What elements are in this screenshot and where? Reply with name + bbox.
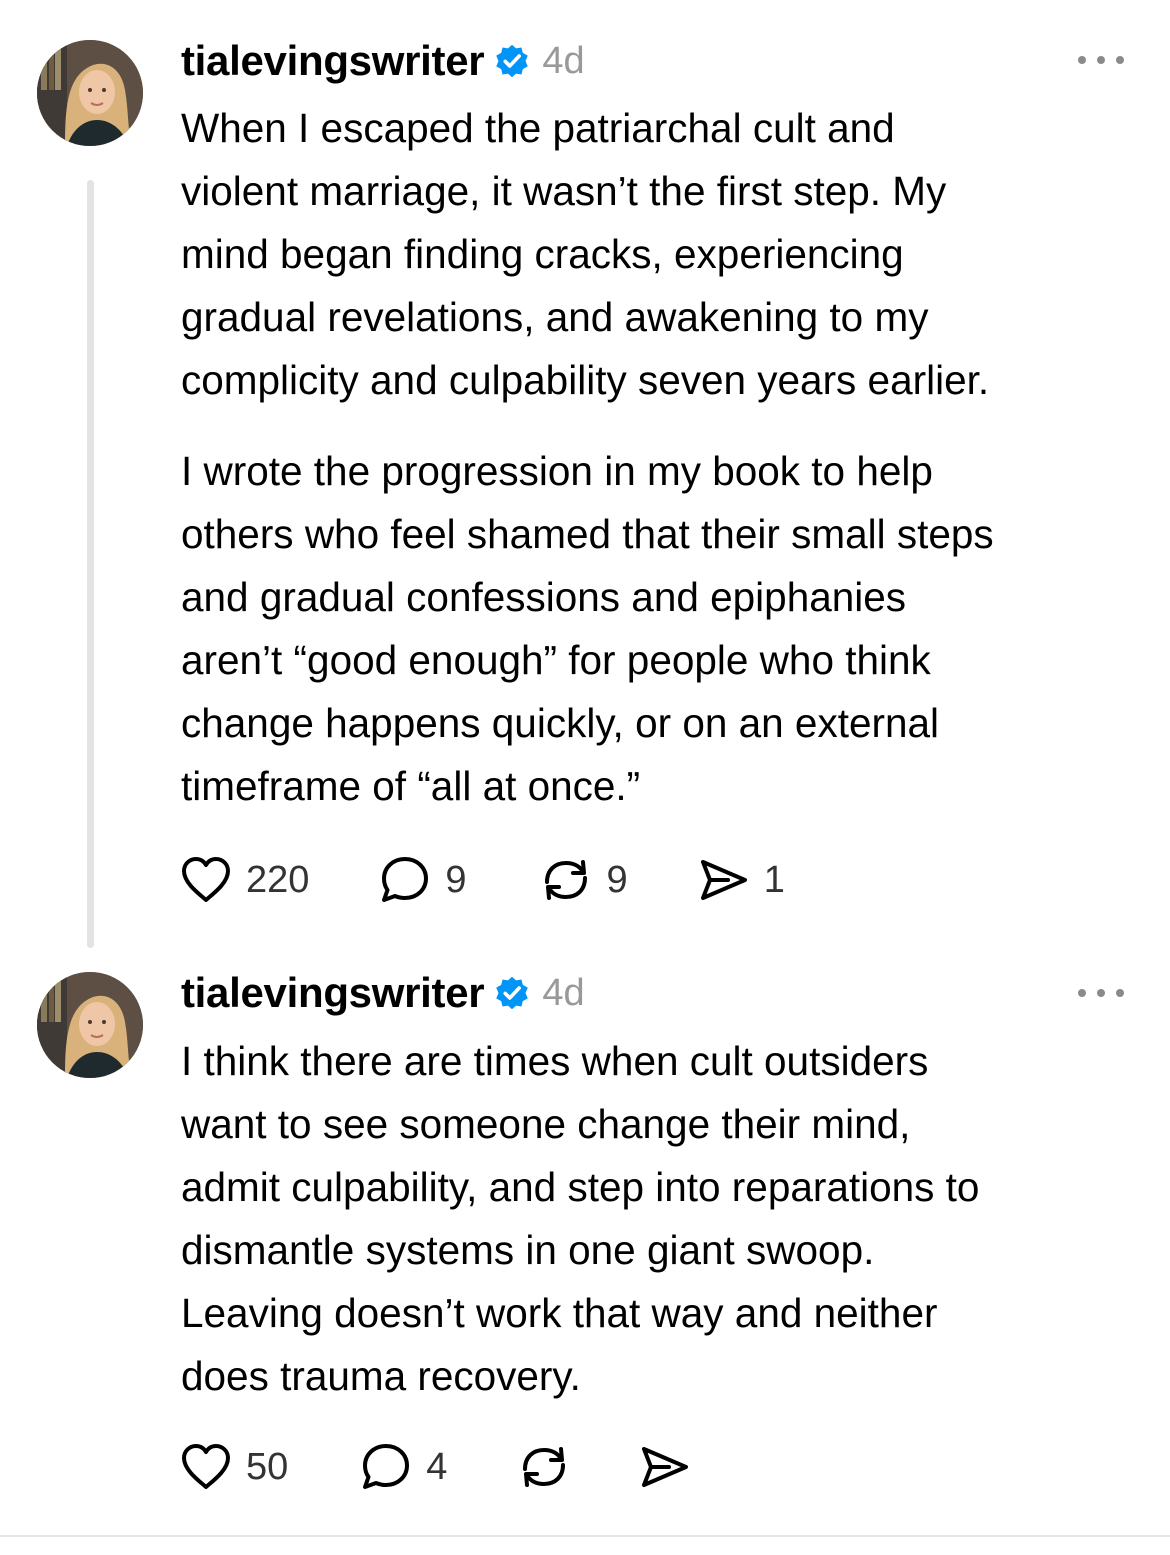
text-line: gradual revelations, and awakening to my [181, 294, 929, 340]
text-line: I think there are times when cult outsid… [181, 1038, 929, 1084]
share-button[interactable]: 1 [698, 857, 785, 903]
share-icon [700, 860, 747, 900]
action-bar: 50 4 [180, 1437, 761, 1497]
action-bar: 220 9 9 1 [180, 850, 855, 910]
reply-count: 9 [445, 858, 467, 901]
text-line: Leaving doesn’t work that way and neithe… [181, 1290, 938, 1336]
share-count: 1 [763, 858, 785, 901]
heart-icon [182, 1444, 230, 1489]
reply-count: 4 [426, 1445, 448, 1488]
paragraph: I think there are times when cult outsid… [181, 1030, 1141, 1408]
repost-icon [544, 860, 587, 900]
repost-count: 9 [606, 858, 628, 901]
post-text: I think there are times when cult outsid… [181, 1030, 1141, 1408]
avatar[interactable] [37, 40, 143, 146]
comment-icon [363, 1444, 410, 1489]
username[interactable]: tialevingswriter [181, 969, 485, 1017]
text-line: change happens quickly, or on an externa… [181, 700, 940, 746]
text-line: timeframe of “all at once.” [181, 763, 641, 809]
post-header: tialevingswriter 4d [181, 36, 585, 86]
text-line: admit culpability, and step into reparat… [181, 1164, 980, 1210]
divider [0, 1535, 1170, 1537]
text-line: When I escaped the patriarchal cult and [181, 105, 895, 151]
thread-post: tialevingswriter 4d I think there are ti… [0, 950, 1170, 1535]
repost-icon [523, 1447, 566, 1487]
post-text: When I escaped the patriarchal cult and … [181, 97, 1141, 818]
text-line: does trauma recovery. [181, 1353, 581, 1399]
more-options-icon[interactable] [1078, 50, 1124, 70]
text-line: want to see someone change their mind, [181, 1101, 911, 1147]
paragraph: I wrote the progression in my book to he… [181, 440, 1141, 818]
like-button[interactable]: 220 [180, 856, 309, 904]
text-line: violent marriage, it wasn’t the first st… [181, 168, 947, 214]
verified-badge-icon [494, 43, 530, 79]
like-count: 50 [246, 1445, 289, 1488]
text-line: aren’t “good enough” for people who thin… [181, 637, 931, 683]
like-count: 220 [246, 858, 310, 901]
timestamp: 4d [542, 39, 585, 82]
thread-line [87, 180, 94, 948]
post-header: tialevingswriter 4d [181, 968, 585, 1018]
username[interactable]: tialevingswriter [181, 37, 485, 85]
text-line: complicity and culpability seven years e… [181, 357, 990, 403]
text-line: dismantle systems in one giant swoop. [181, 1227, 875, 1273]
repost-button[interactable]: 9 [539, 856, 628, 904]
text-line: I wrote the progression in my book to he… [181, 448, 933, 494]
reply-button[interactable]: 9 [379, 855, 467, 905]
text-line: mind began finding cracks, experiencing [181, 231, 904, 277]
share-icon [642, 1447, 689, 1487]
text-line: others who feel shamed that their small … [181, 511, 994, 557]
reply-button[interactable]: 4 [360, 1442, 447, 1492]
share-button[interactable] [639, 1444, 691, 1490]
repost-button[interactable] [517, 1443, 571, 1491]
thread-post: tialevingswriter 4d When I escaped the p… [0, 0, 1170, 950]
like-button[interactable]: 50 [180, 1443, 288, 1491]
timestamp: 4d [542, 971, 585, 1014]
more-options-icon[interactable] [1078, 983, 1124, 1003]
text-line: and gradual confessions and epiphanies [181, 574, 907, 620]
avatar[interactable] [37, 972, 143, 1078]
paragraph: When I escaped the patriarchal cult and … [181, 97, 1141, 412]
comment-icon [382, 857, 429, 902]
verified-badge-icon [494, 975, 530, 1011]
heart-icon [182, 857, 230, 902]
